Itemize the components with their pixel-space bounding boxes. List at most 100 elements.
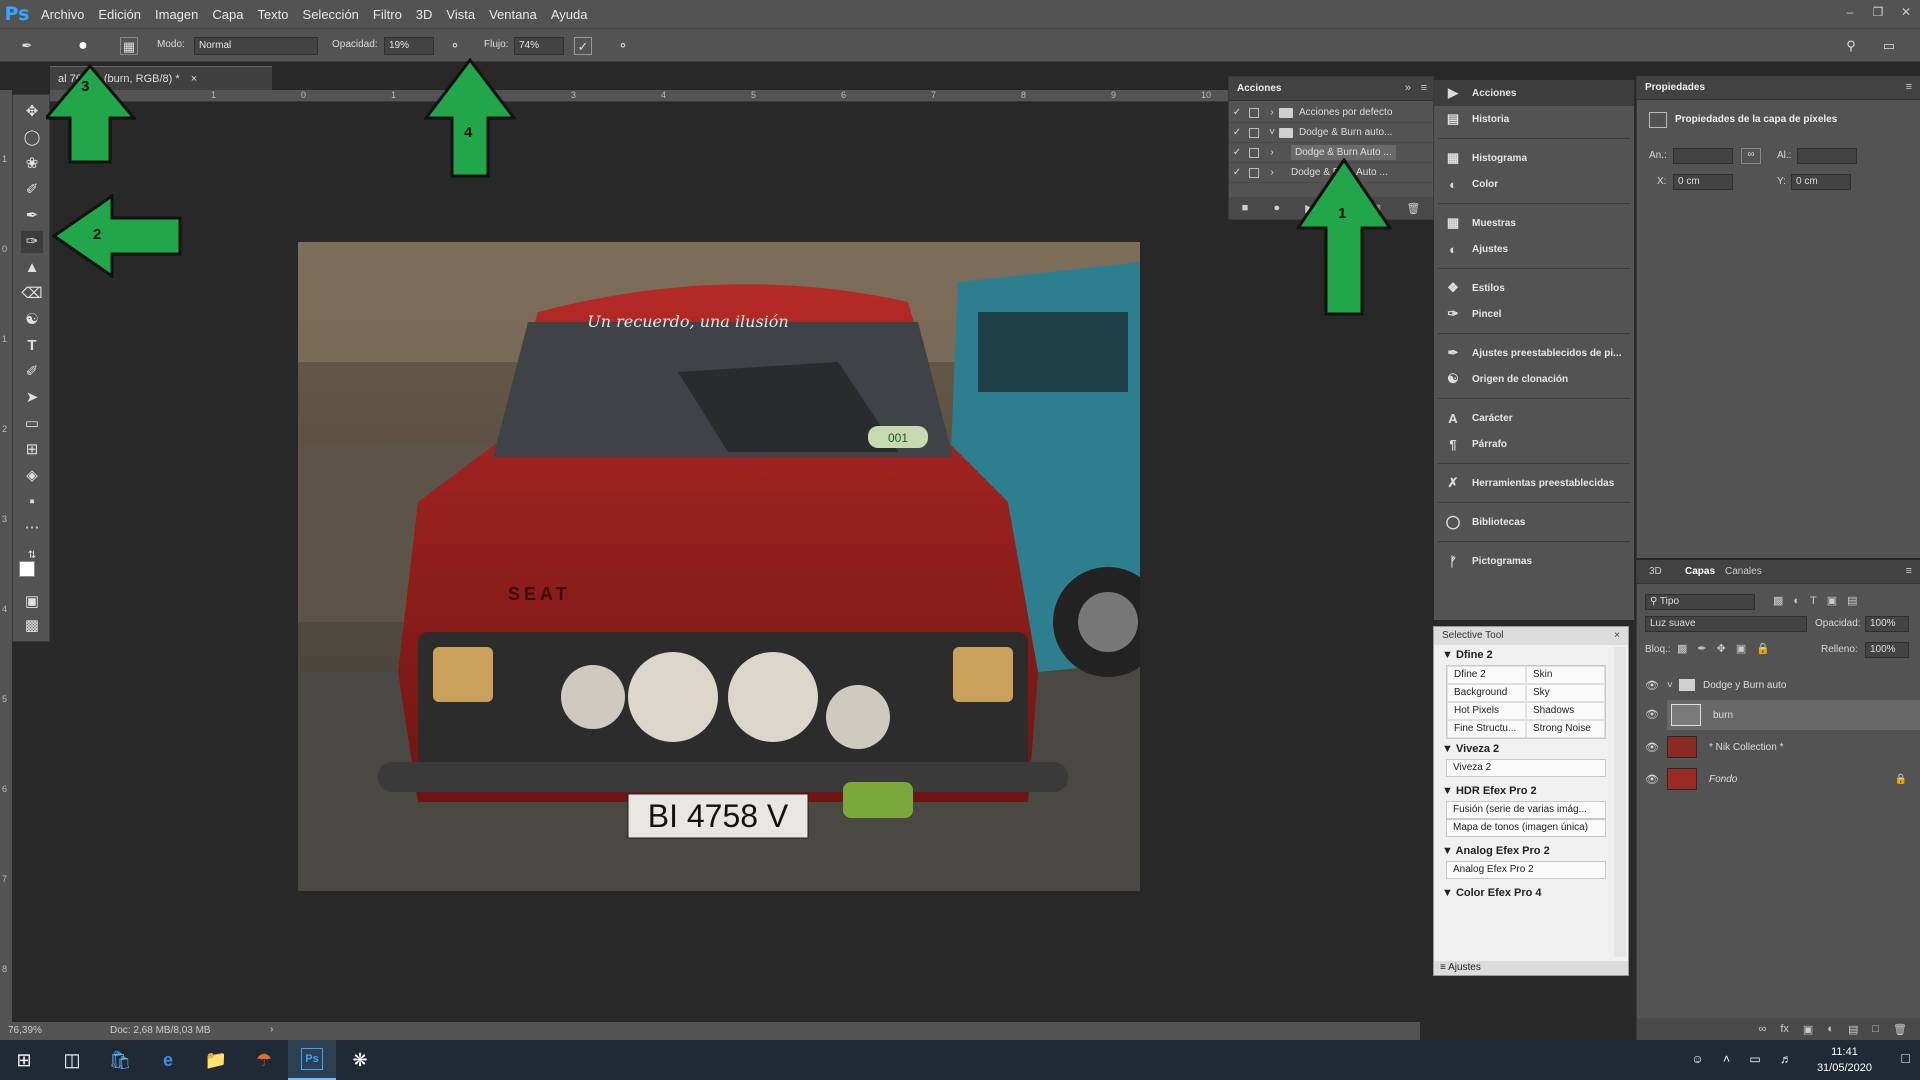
dfine-section-title[interactable]: ▼ Dfine 2 — [1434, 645, 1628, 665]
clock[interactable]: 11:41 31/05/2020 — [1817, 1044, 1872, 1076]
panel-menu-icon[interactable]: ≡ — [1906, 565, 1912, 577]
dialog-toggle-icon[interactable] — [1249, 147, 1259, 158]
chevron-down-icon[interactable]: ˅ — [1667, 680, 1679, 691]
close-tab-icon[interactable]: × — [191, 73, 197, 85]
add-mask-icon[interactable]: ▣ — [1803, 1023, 1813, 1036]
dock-item-tool-presets[interactable]: ✗ Herramientas preestablecidas — [1434, 470, 1634, 496]
panel-menu-icon[interactable]: ≡ — [1906, 81, 1912, 93]
tab-layers[interactable]: Capas — [1685, 566, 1715, 577]
photoshop-taskbar-icon[interactable]: Ps — [288, 1040, 336, 1080]
quick-mask-icon[interactable]: ▣ — [21, 591, 43, 613]
adjustment-layer-icon[interactable]: ◐ — [1827, 1023, 1834, 1035]
panel-menu-icon[interactable]: ≡ — [1421, 82, 1427, 94]
scrollbar[interactable] — [1614, 647, 1626, 957]
layer-opacity-field[interactable]: 100% — [1865, 616, 1909, 632]
dfine-preset-button[interactable]: Shadows — [1526, 702, 1605, 720]
marquee-tool-icon[interactable]: ◯ — [21, 127, 43, 149]
crop-tool-icon[interactable]: ⊞ — [21, 439, 43, 461]
layer-row[interactable]: 👁 Fondo 🔒 — [1637, 764, 1920, 794]
quick-selection-tool-icon[interactable]: ✐ — [21, 179, 43, 201]
expand-icon[interactable]: › — [1265, 167, 1279, 178]
store-icon[interactable]: 🛍 — [96, 1040, 144, 1080]
toggle-check-icon[interactable]: ✓ — [1229, 127, 1245, 138]
lock-icons[interactable]: ▩✒✥▣🔒 — [1677, 642, 1780, 655]
analog-section-title[interactable]: ▼ Analog Efex Pro 2 — [1434, 841, 1628, 861]
toggle-check-icon[interactable]: ✓ — [1229, 107, 1245, 118]
brush-preset-picker-icon[interactable]: ● — [74, 37, 92, 55]
ruler-tool-icon[interactable]: ▪ — [21, 491, 43, 513]
expand-icon[interactable]: ˅ — [1265, 127, 1279, 138]
eraser-tool-icon[interactable]: ⌫ — [21, 283, 43, 305]
notifications-icon[interactable]: □ — [1902, 1050, 1910, 1066]
rectangle-tool-icon[interactable]: ▭ — [21, 413, 43, 435]
dialog-toggle-icon[interactable] — [1249, 167, 1259, 178]
dfine-preset-button[interactable]: Skin — [1526, 666, 1605, 684]
record-icon[interactable]: ● — [1273, 202, 1280, 214]
layer-group-row[interactable]: 👁 ˅ Dodge y Burn auto — [1637, 670, 1920, 700]
close-icon[interactable]: × — [1614, 630, 1620, 641]
toggle-check-icon[interactable]: ✓ — [1229, 167, 1245, 178]
pressure-size-icon[interactable]: ⚬ — [614, 37, 632, 55]
fill-field[interactable]: 100% — [1865, 642, 1909, 658]
action-row[interactable]: ✓ › Acciones por defecto — [1229, 103, 1433, 123]
menu-item[interactable]: Capa — [205, 7, 250, 22]
dock-item-clone-source[interactable]: ☯ Origen de clonación — [1434, 366, 1634, 392]
layer-row[interactable]: 👁 * Nik Collection * — [1637, 732, 1920, 762]
airbrush-icon[interactable]: ✓ — [574, 37, 592, 55]
pen-tool-icon[interactable]: ✐ — [21, 361, 43, 383]
stamp-tool-icon[interactable]: ▲ — [21, 257, 43, 279]
filter-icons[interactable]: ▩◐T▣▤ — [1773, 594, 1868, 607]
dock-item-swatches[interactable]: ▦ Muestras — [1434, 210, 1634, 236]
move-tool-icon[interactable]: ✥ — [21, 101, 43, 123]
dock-item-libraries[interactable]: ◯ Bibliotecas — [1434, 509, 1634, 535]
dock-item-paragraph[interactable]: ¶ Párrafo — [1434, 431, 1634, 457]
selective-tool-footer[interactable]: ≡ Ajustes — [1434, 961, 1628, 975]
hdr-tonemap-button[interactable]: Mapa de tonos (imagen única) — [1446, 819, 1606, 837]
trash-icon[interactable]: 🗑 — [1893, 1023, 1907, 1036]
menu-item[interactable]: Archivo — [34, 7, 91, 22]
edge-icon[interactable]: e — [144, 1040, 192, 1080]
layer-filter-select[interactable]: ⚲ Tipo — [1645, 594, 1755, 610]
dock-item-brush[interactable]: ✑ Pincel — [1434, 301, 1634, 327]
dfine-preset-button[interactable]: Hot Pixels — [1447, 702, 1526, 720]
app-taskbar-icon[interactable]: ❋ — [336, 1040, 384, 1080]
brush-settings-icon[interactable]: ▦ — [120, 37, 138, 55]
tab-channels[interactable]: Canales — [1725, 566, 1762, 577]
document-image[interactable]: 001 Un recuerdo, una ilusión SEAT BI 475… — [298, 242, 1140, 891]
dialog-toggle-icon[interactable] — [1249, 127, 1259, 138]
link-icon[interactable]: ∞ — [1741, 148, 1761, 164]
fx-icon[interactable]: fx — [1780, 1023, 1789, 1035]
menu-item[interactable]: Imagen — [148, 7, 205, 22]
dfine-preset-button[interactable]: Fine Structu... — [1447, 720, 1526, 738]
eyedropper-tool-icon[interactable]: ✒ — [21, 205, 43, 227]
dock-item-adjustments[interactable]: ◐ Ajustes — [1434, 236, 1634, 262]
trash-icon[interactable]: 🗑 — [1406, 202, 1420, 215]
minimize-icon[interactable]: – — [1836, 0, 1864, 24]
hdr-section-title[interactable]: ▼ HDR Efex Pro 2 — [1434, 781, 1628, 801]
tray-icons[interactable]: ☺ ˄ ▭ ♬ — [1691, 1052, 1800, 1066]
width-field[interactable] — [1673, 148, 1733, 164]
dock-item-glyphs[interactable]: ᚠ Pictogramas — [1434, 548, 1634, 574]
tab-3d[interactable]: 3D — [1649, 566, 1662, 577]
restore-icon[interactable]: ❐ — [1864, 0, 1892, 24]
expand-icon[interactable]: › — [1265, 107, 1279, 118]
menu-item[interactable]: Ventana — [482, 7, 544, 22]
menu-item[interactable]: Vista — [439, 7, 482, 22]
visibility-eye-icon[interactable]: 👁 — [1645, 708, 1659, 721]
dfine-preset-button[interactable]: Strong Noise — [1526, 720, 1605, 738]
new-group-icon[interactable]: ▤ — [1848, 1023, 1858, 1036]
collapse-panel-icon[interactable]: » — [1405, 82, 1411, 94]
blend-mode-select[interactable]: Luz suave — [1645, 616, 1807, 632]
type-tool-icon[interactable]: T — [21, 335, 43, 357]
dock-item-history[interactable]: ▤ Historia — [1434, 106, 1634, 132]
expand-icon[interactable]: › — [1265, 147, 1279, 158]
action-row[interactable]: ✓ ˅ Dodge & Burn auto... — [1229, 123, 1433, 143]
visibility-eye-icon[interactable]: 👁 — [1637, 773, 1667, 786]
dock-item-brush-presets[interactable]: ✒ Ajustes preestablecidos de pi... — [1434, 340, 1634, 366]
workspace-icon[interactable]: ▭ — [1880, 37, 1898, 55]
dock-item-color[interactable]: ◐ Color — [1434, 171, 1634, 197]
stop-icon[interactable]: ■ — [1242, 202, 1249, 214]
menu-item[interactable]: Texto — [250, 7, 295, 22]
analog-button[interactable]: Analog Efex Pro 2 — [1446, 861, 1606, 879]
status-menu-icon[interactable]: › — [270, 1024, 273, 1035]
